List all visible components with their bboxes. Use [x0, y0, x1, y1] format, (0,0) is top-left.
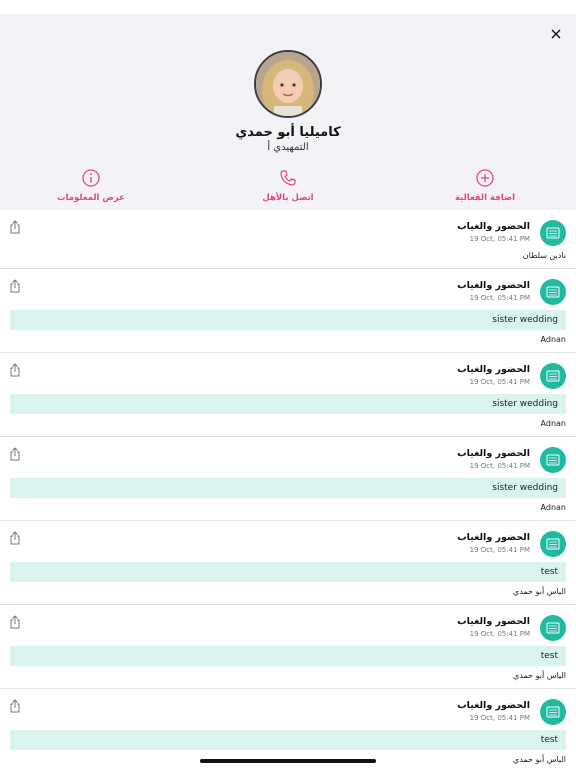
feed-card[interactable]: الحضور والغياب 19 Oct, 05:41 PM sister w… [0, 269, 576, 353]
card-note: sister wedding [10, 310, 566, 330]
card-author: الياس أبو حمدي [513, 587, 566, 596]
attendance-icon [540, 531, 566, 557]
card-author: Adnan [540, 419, 566, 428]
card-title: الحضور والغياب [457, 280, 530, 291]
card-title: الحضور والغياب [457, 221, 530, 232]
feed-card[interactable]: الحضور والغياب 19 Oct, 05:41 PM test الي… [0, 521, 576, 605]
student-grade: التمهيدي أ [267, 142, 309, 153]
share-icon[interactable] [9, 699, 21, 713]
card-time: 19 Oct, 05:41 PM [469, 630, 530, 638]
close-button[interactable] [546, 24, 566, 44]
card-author: الياس أبو حمدي [513, 671, 566, 680]
card-time: 19 Oct, 05:41 PM [469, 714, 530, 722]
card-note: sister wedding [10, 478, 566, 498]
call-parents-label: اتصل بالأهل [262, 193, 314, 203]
card-author: Adnan [540, 503, 566, 512]
share-icon[interactable] [9, 615, 21, 629]
info-icon [82, 169, 100, 187]
card-note: test [10, 730, 566, 750]
add-activity-button[interactable]: اضافة الفعالية [425, 168, 545, 203]
share-icon[interactable] [9, 531, 21, 545]
call-parents-button[interactable]: اتصل بالأهل [228, 168, 348, 203]
attendance-icon [540, 220, 566, 246]
card-author: الياس أبو حمدي [513, 755, 566, 764]
status-bar [0, 0, 576, 14]
card-time: 19 Oct, 05:41 PM [469, 294, 530, 302]
card-time: 19 Oct, 05:41 PM [469, 546, 530, 554]
feed-card[interactable]: الحضور والغياب 19 Oct, 05:41 PM test الي… [0, 689, 576, 768]
student-name: كاميليا أبو حمدي [235, 125, 341, 140]
view-info-button[interactable]: عرض المعلومات [31, 168, 151, 203]
card-title: الحضور والغياب [457, 448, 530, 459]
attendance-icon [540, 615, 566, 641]
share-icon[interactable] [9, 447, 21, 461]
card-title: الحضور والغياب [457, 616, 530, 627]
card-time: 19 Oct, 05:41 PM [469, 462, 530, 470]
attendance-icon [540, 447, 566, 473]
feed-card[interactable]: الحضور والغياب 19 Oct, 05:41 PM نادين سل… [0, 210, 576, 269]
plus-circle-icon [476, 169, 494, 187]
share-icon[interactable] [9, 363, 21, 377]
attendance-icon [540, 699, 566, 725]
view-info-label: عرض المعلومات [57, 193, 125, 203]
phone-icon [280, 170, 296, 186]
feed-card[interactable]: الحضور والغياب 19 Oct, 05:41 PM test الي… [0, 605, 576, 689]
card-author: نادين سلطان [522, 251, 566, 260]
activity-feed: الحضور والغياب 19 Oct, 05:41 PM نادين سل… [0, 210, 576, 768]
card-title: الحضور والغياب [457, 364, 530, 375]
avatar [254, 50, 322, 118]
add-activity-label: اضافة الفعالية [454, 193, 516, 203]
card-note: test [10, 646, 566, 666]
card-title: الحضور والغياب [457, 532, 530, 543]
child-photo [256, 52, 320, 116]
feed-card[interactable]: الحضور والغياب 19 Oct, 05:41 PM sister w… [0, 353, 576, 437]
card-note: test [10, 562, 566, 582]
card-note: sister wedding [10, 394, 566, 414]
profile-header: كاميليا أبو حمدي التمهيدي أ عرض المعلوما… [0, 14, 576, 210]
card-author: Adnan [540, 335, 566, 344]
card-title: الحضور والغياب [457, 700, 530, 711]
feed-card[interactable]: الحضور والغياب 19 Oct, 05:41 PM sister w… [0, 437, 576, 521]
attendance-icon [540, 279, 566, 305]
card-time: 19 Oct, 05:41 PM [469, 235, 530, 243]
share-icon[interactable] [9, 279, 21, 293]
share-icon[interactable] [9, 220, 21, 234]
attendance-icon [540, 363, 566, 389]
close-icon [551, 29, 561, 39]
home-indicator [200, 759, 376, 763]
card-time: 19 Oct, 05:41 PM [469, 378, 530, 386]
